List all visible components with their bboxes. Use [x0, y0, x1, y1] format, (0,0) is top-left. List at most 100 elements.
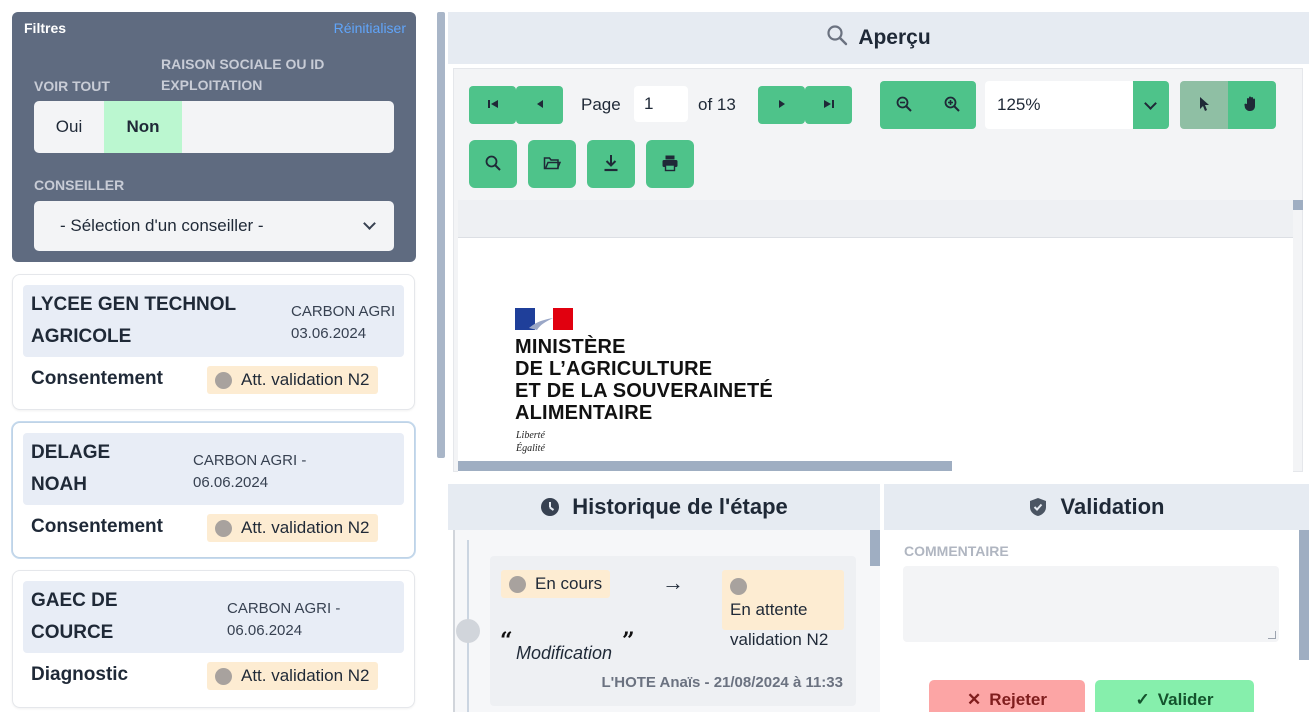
ministry-line: DE L’AGRICULTURE [515, 358, 713, 380]
voir-tout-toggle: Oui Non [34, 101, 394, 153]
filters-panel: Filtres Réinitialiser VOIR TOUT RAISON S… [12, 12, 416, 262]
hand-tool-icon [1243, 95, 1261, 116]
open-file-icon [543, 155, 562, 174]
from-status-badge: En cours [501, 570, 611, 598]
first-page-icon [487, 97, 499, 113]
history-comment: Modification [516, 643, 613, 663]
last-page-icon [823, 97, 835, 113]
chevron-down-icon [363, 217, 376, 230]
select-tool-icon [1198, 96, 1210, 115]
left-scrollbar[interactable] [437, 12, 445, 458]
raison-sociale-label: RAISON SOCIALE OU ID EXPLOITATION [161, 56, 325, 93]
republic-motto: Liberté Égalité [516, 429, 545, 455]
exploitation-card-selected[interactable]: DELAGE NOAH CARBON AGRI - 06.06.2024 Con… [12, 422, 415, 558]
status-badge-label: Att. validation N2 [241, 666, 370, 685]
conseiller-select[interactable]: - Sélection d'un conseiller - [34, 201, 394, 251]
ministry-line: ET DE LA SOUVERAINETÉ [515, 380, 773, 402]
chevron-down-icon[interactable] [1133, 81, 1169, 129]
zoom-in-button[interactable] [928, 81, 976, 129]
card-step: Consentement [31, 516, 163, 537]
comment-textarea[interactable] [903, 566, 1279, 642]
card-header: DELAGE NOAH CARBON AGRI - 06.06.2024 [23, 433, 404, 505]
card-program: CARBON AGRI - 06.06.2024 [227, 600, 341, 639]
history-scrollbar[interactable] [870, 530, 880, 566]
reject-button[interactable]: ✕ Rejeter [929, 680, 1085, 712]
prev-page-button[interactable] [516, 86, 563, 124]
hand-tool-button[interactable] [1228, 81, 1276, 129]
preview-header: Aperçu [448, 12, 1309, 64]
clock-icon [540, 497, 560, 517]
motto-line: Égalité [516, 443, 545, 454]
toggle-oui[interactable]: Oui [34, 101, 104, 153]
prev-page-icon [535, 97, 545, 113]
comment-label: COMMENTAIRE [904, 543, 1009, 559]
card-header: LYCEE GEN TECHNOL AGRICOLE CARBON AGRI 0… [23, 285, 404, 357]
reject-label: Rejeter [989, 690, 1047, 709]
card-name: GAEC DE COURCE [31, 590, 118, 643]
preview-title: Aperçu [858, 26, 931, 49]
download-button[interactable] [587, 140, 635, 188]
exploitation-card[interactable]: GAEC DE COURCE CARBON AGRI - 06.06.2024 … [12, 570, 415, 708]
validation-title: Validation [1060, 494, 1165, 519]
timeline-dot [456, 619, 480, 643]
pdf-vertical-scrollbar[interactable] [1293, 200, 1303, 210]
shield-check-icon [1029, 497, 1047, 517]
toggle-non[interactable]: Non [104, 101, 182, 153]
motto-line: Liberté [516, 430, 545, 441]
reset-link[interactable]: Réinitialiser [334, 20, 406, 36]
zoom-out-icon [896, 96, 912, 115]
status-dot-icon [730, 578, 747, 595]
search-icon [485, 155, 501, 174]
page-label: Page [581, 95, 621, 114]
close-icon: ✕ [967, 690, 982, 709]
history-title: Historique de l'étape [572, 494, 788, 519]
ministry-name: MINISTÈRE DE L’AGRICULTURE ET DE LA SOUV… [515, 336, 773, 424]
next-page-button[interactable] [758, 86, 805, 124]
select-tool-button[interactable] [1180, 81, 1228, 129]
print-button[interactable] [646, 140, 694, 188]
quote-close-icon: ” [622, 628, 635, 654]
app-root: Filtres Réinitialiser VOIR TOUT RAISON S… [0, 0, 1309, 712]
quote-open-icon: “ [500, 628, 513, 654]
card-step: Consentement [31, 368, 163, 389]
status-badge: Att. validation N2 [207, 366, 378, 394]
pdf-page-top-strip [458, 200, 1293, 238]
arrow-right-icon: → [662, 570, 684, 595]
status-badge-label: Att. validation N2 [241, 370, 370, 389]
last-page-button[interactable] [805, 86, 852, 124]
card-header: GAEC DE COURCE CARBON AGRI - 06.06.2024 [23, 581, 404, 653]
print-icon [661, 154, 679, 175]
status-badge: Att. validation N2 [207, 662, 378, 690]
validate-button[interactable]: ✓ Valider [1095, 680, 1254, 712]
zoom-out-button[interactable] [880, 81, 928, 129]
zoom-in-icon [944, 96, 960, 115]
from-status-label: En cours [535, 574, 603, 593]
card-program: CARBON AGRI 03.06.2024 [291, 303, 396, 342]
ministry-line: ALIMENTAIRE [515, 402, 653, 424]
status-dot-icon [509, 575, 526, 593]
open-file-button[interactable] [528, 140, 576, 188]
status-dot-icon [215, 667, 232, 685]
page-total: of 13 [698, 95, 736, 114]
search-button[interactable] [469, 140, 517, 188]
pdf-page[interactable]: MINISTÈRE DE L’AGRICULTURE ET DE LA SOUV… [458, 200, 1293, 472]
validation-scrollbar[interactable] [1299, 530, 1309, 660]
pdf-horizontal-scrollbar[interactable] [458, 461, 952, 471]
download-icon [603, 154, 619, 175]
zoom-select[interactable]: 125% [985, 81, 1135, 129]
card-name: DELAGE NOAH [31, 442, 111, 495]
validation-header: Validation [884, 484, 1309, 530]
exploitation-card[interactable]: LYCEE GEN TECHNOL AGRICOLE CARBON AGRI 0… [12, 274, 415, 410]
page-number-input[interactable]: 1 [634, 86, 688, 122]
status-dot-icon [215, 371, 232, 389]
first-page-button[interactable] [469, 86, 516, 124]
validate-label: Valider [1157, 690, 1214, 709]
status-badge: Att. validation N2 [207, 514, 378, 542]
to-status-badge: En attente validation N2 [722, 570, 844, 649]
card-name: LYCEE GEN TECHNOL AGRICOLE [31, 294, 236, 347]
conseiller-label: CONSEILLER [34, 177, 125, 193]
check-icon: ✓ [1135, 690, 1150, 709]
card-step: Diagnostic [31, 664, 129, 685]
marianne-logo [515, 308, 573, 330]
status-dot-icon [215, 519, 232, 537]
